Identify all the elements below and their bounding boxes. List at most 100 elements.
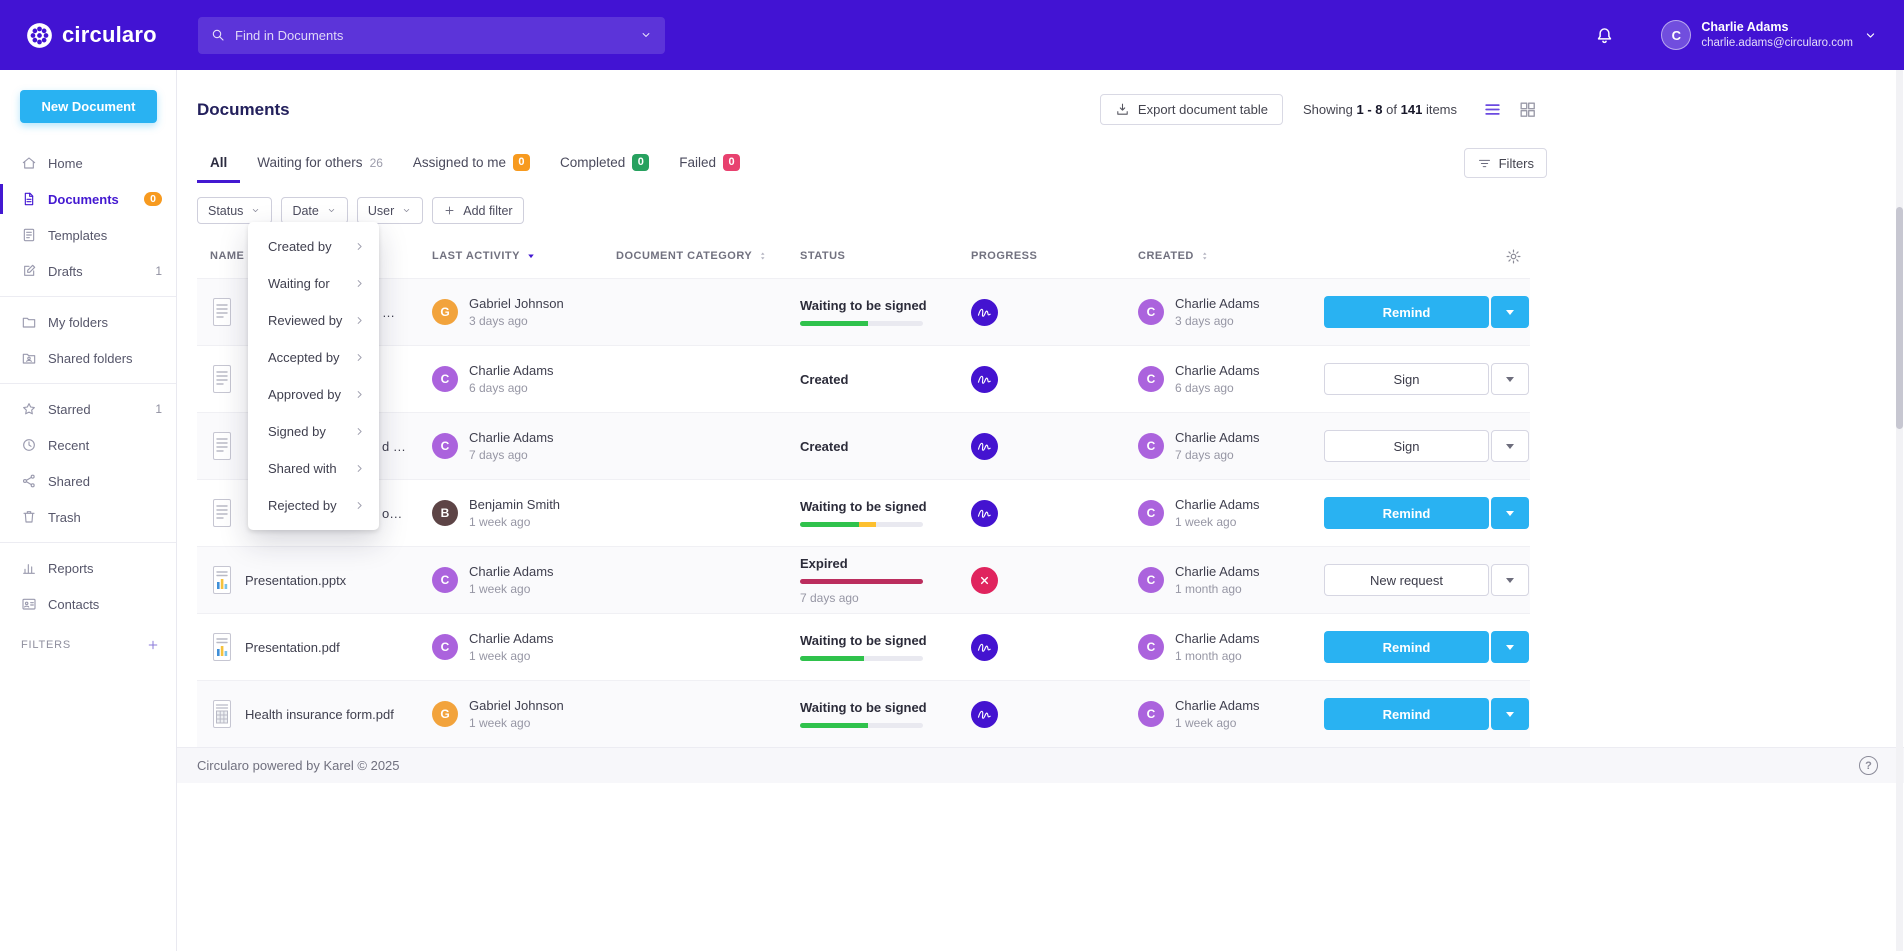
chevron-down-icon (1506, 645, 1514, 650)
sidebar-item-drafts[interactable]: Drafts1 (0, 253, 176, 289)
sidebar-item-shared-folders[interactable]: Shared folders (0, 340, 176, 376)
action-dropdown-button[interactable] (1491, 497, 1529, 529)
scrollbar-thumb[interactable] (1896, 207, 1903, 429)
column-header-document-category[interactable]: DOCUMENT CATEGORY (616, 250, 800, 262)
sign-button[interactable]: Sign (1324, 363, 1489, 395)
chevron-down-icon (1506, 511, 1514, 516)
search-input[interactable] (235, 28, 630, 43)
filter-chip-label: Date (292, 204, 318, 218)
sidebar-item-my-folders[interactable]: My folders (0, 304, 176, 340)
document-name[interactable]: d … (382, 439, 406, 454)
action-dropdown-button[interactable] (1491, 564, 1529, 596)
signature-progress-icon[interactable] (971, 299, 998, 326)
document-name[interactable]: o… (382, 506, 402, 521)
search-scope-chevron-icon[interactable] (639, 28, 653, 42)
list-view-icon[interactable] (1483, 100, 1502, 119)
sidebar-item-reports[interactable]: Reports (0, 550, 176, 586)
signature-progress-icon[interactable] (971, 366, 998, 393)
document-name[interactable]: … (382, 305, 395, 320)
sidebar-item-count: 1 (155, 264, 162, 278)
tab-all[interactable]: All (197, 154, 240, 183)
sort-icon[interactable] (757, 250, 769, 262)
filter-chip-user[interactable]: User (357, 197, 423, 224)
created-time: 3 days ago (1175, 314, 1260, 328)
action-dropdown-button[interactable] (1491, 631, 1529, 663)
activity-time: 1 week ago (469, 649, 554, 663)
user-avatar[interactable]: C (1661, 20, 1691, 50)
action-dropdown-button[interactable] (1491, 296, 1529, 328)
table-settings-gear-icon[interactable] (1505, 248, 1522, 265)
sort-desc-icon[interactable] (525, 250, 537, 262)
filter-chip-date[interactable]: Date (281, 197, 347, 224)
column-header-last-activity[interactable]: LAST ACTIVITY (432, 250, 616, 262)
remind-button[interactable]: Remind (1324, 497, 1489, 529)
activity-time: 7 days ago (469, 448, 554, 462)
status-label: Created (800, 372, 848, 387)
chevron-right-icon (353, 277, 366, 290)
filter-menu-item-rejected-by[interactable]: Rejected by (248, 487, 379, 524)
new-document-button[interactable]: New Document (20, 90, 157, 123)
filter-menu-item-label: Rejected by (268, 498, 337, 513)
remind-button[interactable]: Remind (1324, 296, 1489, 328)
filter-menu-item-approved-by[interactable]: Approved by (248, 376, 379, 413)
avatar: C (1138, 433, 1164, 459)
filter-menu-item-label: Accepted by (268, 350, 340, 365)
add-sidebar-filter-icon[interactable] (146, 638, 160, 652)
filter-menu-item-reviewed-by[interactable]: Reviewed by (248, 302, 379, 339)
filter-chip-status[interactable]: Status (197, 197, 272, 224)
document-name[interactable]: Health insurance form.pdf (245, 707, 394, 722)
document-name[interactable]: Presentation.pptx (245, 573, 346, 588)
sort-icon[interactable] (1199, 250, 1211, 262)
tab-failed[interactable]: Failed0 (666, 154, 753, 183)
filter-menu-item-shared-with[interactable]: Shared with (248, 450, 379, 487)
user-info[interactable]: Charlie Adams charlie.adams@circularo.co… (1701, 19, 1853, 50)
sign-button[interactable]: Sign (1324, 430, 1489, 462)
sidebar-item-trash[interactable]: Trash (0, 499, 176, 535)
sidebar-item-starred[interactable]: Starred1 (0, 391, 176, 427)
page-header: Documents Export document table Showing … (177, 70, 1547, 143)
reports-icon (21, 560, 37, 576)
filters-button[interactable]: Filters (1464, 148, 1547, 178)
scrollbar-track[interactable] (1896, 70, 1903, 951)
tab-completed[interactable]: Completed0 (547, 154, 662, 183)
action-dropdown-button[interactable] (1491, 430, 1529, 462)
sidebar-item-badge: 0 (144, 192, 162, 207)
sidebar-item-shared[interactable]: Shared (0, 463, 176, 499)
help-icon[interactable]: ? (1859, 756, 1878, 775)
expired-progress-icon[interactable] (971, 567, 998, 594)
notifications-bell-icon[interactable] (1594, 25, 1615, 46)
sidebar-filters-label: FILTERS (21, 639, 71, 651)
created-time: 1 week ago (1175, 515, 1260, 529)
sidebar-item-contacts[interactable]: Contacts (0, 586, 176, 622)
global-search[interactable] (198, 17, 665, 54)
avatar: C (432, 433, 458, 459)
new-request-button[interactable]: New request (1324, 564, 1489, 596)
remind-button[interactable]: Remind (1324, 631, 1489, 663)
filter-menu-item-accepted-by[interactable]: Accepted by (248, 339, 379, 376)
export-document-table-button[interactable]: Export document table (1100, 94, 1283, 125)
remind-button[interactable]: Remind (1324, 698, 1489, 730)
signature-progress-icon[interactable] (971, 701, 998, 728)
column-header-created[interactable]: CREATED (1138, 250, 1324, 262)
add-filter-button[interactable]: Add filter (432, 197, 523, 224)
app-logo[interactable]: circularo (0, 22, 177, 49)
document-name[interactable]: Presentation.pdf (245, 640, 340, 655)
signature-progress-icon[interactable] (971, 433, 998, 460)
sidebar-item-recent[interactable]: Recent (0, 427, 176, 463)
sidebar-item-documents[interactable]: Documents0 (0, 181, 176, 217)
signature-progress-icon[interactable] (971, 500, 998, 527)
tab-waiting-for-others[interactable]: Waiting for others26 (244, 154, 396, 183)
trash-icon (21, 509, 37, 525)
signature-progress-icon[interactable] (971, 634, 998, 661)
action-dropdown-button[interactable] (1491, 363, 1529, 395)
tab-assigned-to-me[interactable]: Assigned to me0 (400, 154, 543, 183)
filter-menu-item-waiting-for[interactable]: Waiting for (248, 265, 379, 302)
sidebar-item-home[interactable]: Home (0, 145, 176, 181)
grid-view-icon[interactable] (1518, 100, 1537, 119)
filter-menu-item-created-by[interactable]: Created by (248, 228, 379, 265)
user-menu-chevron-icon[interactable] (1863, 28, 1878, 43)
filter-menu-item-signed-by[interactable]: Signed by (248, 413, 379, 450)
status-cell: Expired7 days ago (800, 556, 971, 605)
action-dropdown-button[interactable] (1491, 698, 1529, 730)
sidebar-item-templates[interactable]: Templates (0, 217, 176, 253)
